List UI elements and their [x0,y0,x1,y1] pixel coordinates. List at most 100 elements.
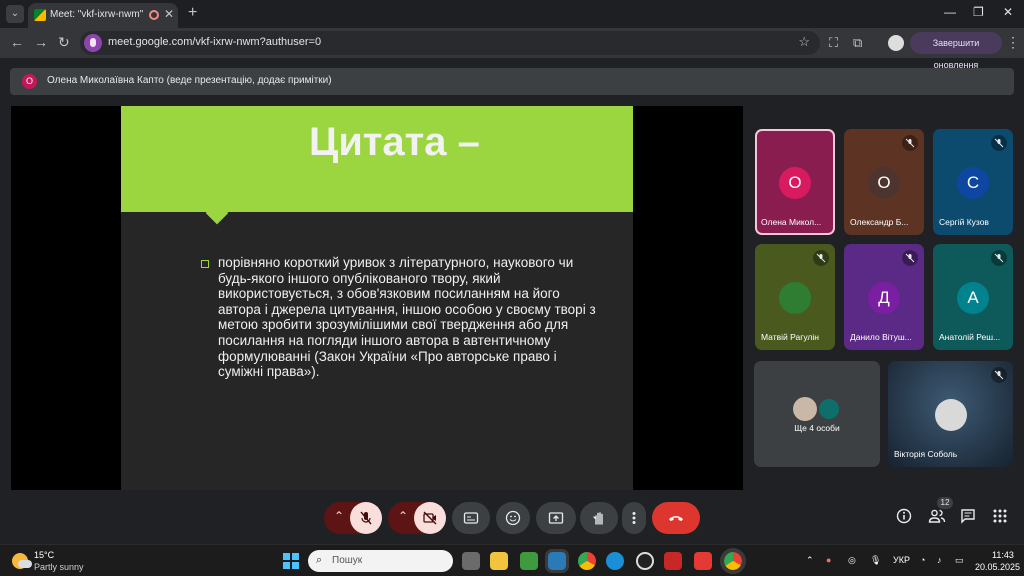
reactions-button[interactable] [496,502,530,534]
microphone-in-use-icon[interactable] [84,34,102,52]
participant-tile[interactable]: А Анатолій Реш... [933,244,1013,350]
app-icon[interactable] [636,552,654,570]
participant-tile[interactable]: С Сергій Кузов [933,129,1013,235]
info-icon [896,508,912,524]
hang-up-icon [669,516,683,521]
participant-avatar: Д [868,282,900,314]
youtube-icon[interactable] [694,552,712,570]
raise-hand-button[interactable] [580,502,618,534]
profile-avatar[interactable] [888,35,904,51]
activities-button[interactable] [992,508,1008,529]
captions-button[interactable] [452,502,490,534]
browser-menu-icon[interactable]: ⋮ [1006,34,1020,51]
bookmark-star-icon[interactable]: ☆ [798,34,810,50]
chat-icon [961,509,975,524]
taskbar-search-box[interactable]: ⌕ Пошук [308,550,453,572]
chrome-icon[interactable] [578,552,596,570]
wifi-icon[interactable]: ◔ [920,555,925,565]
windows-taskbar: 15°C Partly sunny ⌕ Пошук ⌃ ● ◎ 🎙 УКР ◔ … [0,544,1024,576]
forward-arrow-icon[interactable]: → [34,34,48,50]
chat-button[interactable] [960,508,976,529]
finish-update-button[interactable]: Завершити оновлення [910,32,1002,70]
tray-app-icon[interactable]: ◎ [848,555,856,566]
file-explorer-icon[interactable] [490,552,508,570]
presentation-stage[interactable]: Цитата – порівняно короткий уривок з літ… [11,106,743,490]
participant-tile[interactable]: Д Данило Вітуш... [844,244,924,350]
muted-microphone-icon [902,135,918,151]
muted-microphone-icon [813,250,829,266]
slide-title: Цитата – [309,120,480,164]
microphone-off-button[interactable] [350,502,382,534]
screen-capture-icon[interactable]: ⛶ [829,35,838,51]
input-language-indicator[interactable]: УКР [893,555,910,565]
search-placeholder: Пошук [332,555,363,566]
presenter-banner: О Олена Миколаївна Капто (веде презентац… [10,68,1014,95]
muted-microphone-icon [991,250,1007,266]
presenter-avatar: О [22,74,37,89]
acrobat-icon[interactable] [664,552,682,570]
participant-name: Анатолій Реш... [939,332,1001,342]
browser-toolbar: ← → ↻ meet.google.com/vkf-ixrw-nwm?authu… [0,28,1024,70]
recording-indicator-icon [149,10,159,20]
participant-name: Олена Микол... [761,217,822,227]
new-tab-button[interactable]: + [188,4,197,22]
windows-start-icon[interactable] [283,553,299,569]
back-arrow-icon[interactable]: ← [10,34,24,50]
muted-microphone-icon [902,250,918,266]
camera-control[interactable]: ⌃ [388,502,446,534]
clock-time[interactable]: 11:43 [992,550,1014,560]
participant-tile[interactable]: Матвій Рагулін [755,244,835,350]
address-bar[interactable]: meet.google.com/vkf-ixrw-nwm?authuser=0 … [80,31,820,55]
video-options-chevron-icon[interactable]: ⌃ [398,509,408,523]
microphone-control[interactable]: ⌃ [324,502,382,534]
muted-microphone-icon [991,135,1007,151]
microphone-tray-icon[interactable]: 🎙 [870,555,881,566]
bullet-square-icon [201,260,209,268]
extensions-puzzle-icon[interactable]: ⧉ [853,35,862,51]
tray-app-icon[interactable]: ● [826,555,831,565]
people-button[interactable] [928,508,946,529]
weather-description[interactable]: Partly sunny [34,562,84,572]
leave-call-button[interactable] [652,502,700,534]
pinned-participant-tile[interactable]: Вікторія Соболь [888,361,1013,467]
hand-icon [593,512,603,525]
app-icon[interactable] [520,552,538,570]
more-options-button[interactable] [622,502,646,534]
captions-icon [463,512,479,524]
tab-search-chevron-icon[interactable]: ⌄ [6,5,24,23]
app-icon[interactable] [545,549,569,573]
task-view-icon[interactable] [462,552,480,570]
close-window-icon[interactable]: ✕ [1003,5,1013,19]
participant-name: Вікторія Соболь [894,449,958,459]
participant-name: Сергій Кузов [939,217,989,227]
participant-name: Олександр Б... [850,217,909,227]
participant-name: Данило Вітуш... [850,332,912,342]
battery-icon[interactable]: ▭ [955,555,964,566]
camera-off-button[interactable] [414,502,446,534]
chrome-active-icon[interactable] [720,548,746,574]
volume-icon[interactable]: ♪ [937,555,942,565]
edge-icon[interactable] [606,552,624,570]
reload-icon[interactable]: ↻ [58,34,70,51]
tab-meet[interactable]: Meet: "vkf-ixrw-nwm" ✕ [28,3,178,28]
more-participants-tile[interactable]: Ще 4 особи [754,361,880,467]
meeting-details-button[interactable] [896,508,912,529]
show-hidden-icons-chevron-icon[interactable]: ⌃ [806,555,814,566]
participant-tile[interactable]: О Олександр Б... [844,129,924,235]
participant-tile[interactable]: О Олена Микол... [755,129,835,235]
participant-avatar: С [957,167,989,199]
participant-photo-avatar [935,399,967,431]
audio-options-chevron-icon[interactable]: ⌃ [334,509,344,523]
browser-tab-strip: ⌄ Meet: "vkf-ixrw-nwm" ✕ + — ❐ ✕ [0,0,1024,28]
restore-window-icon[interactable]: ❐ [973,5,984,19]
address-bar-url[interactable]: meet.google.com/vkf-ixrw-nwm?authuser=0 [108,36,321,48]
present-screen-button[interactable] [536,502,576,534]
tab-close-icon[interactable]: ✕ [164,7,174,21]
muted-microphone-icon [991,367,1007,383]
minimize-window-icon[interactable]: — [944,5,956,19]
search-icon: ⌕ [316,554,323,566]
partly-sunny-icon[interactable] [12,553,32,569]
clock-date[interactable]: 20.05.2025 [975,562,1020,572]
google-meet-favicon-icon [34,9,46,21]
weather-temperature[interactable]: 15°C [34,550,54,560]
